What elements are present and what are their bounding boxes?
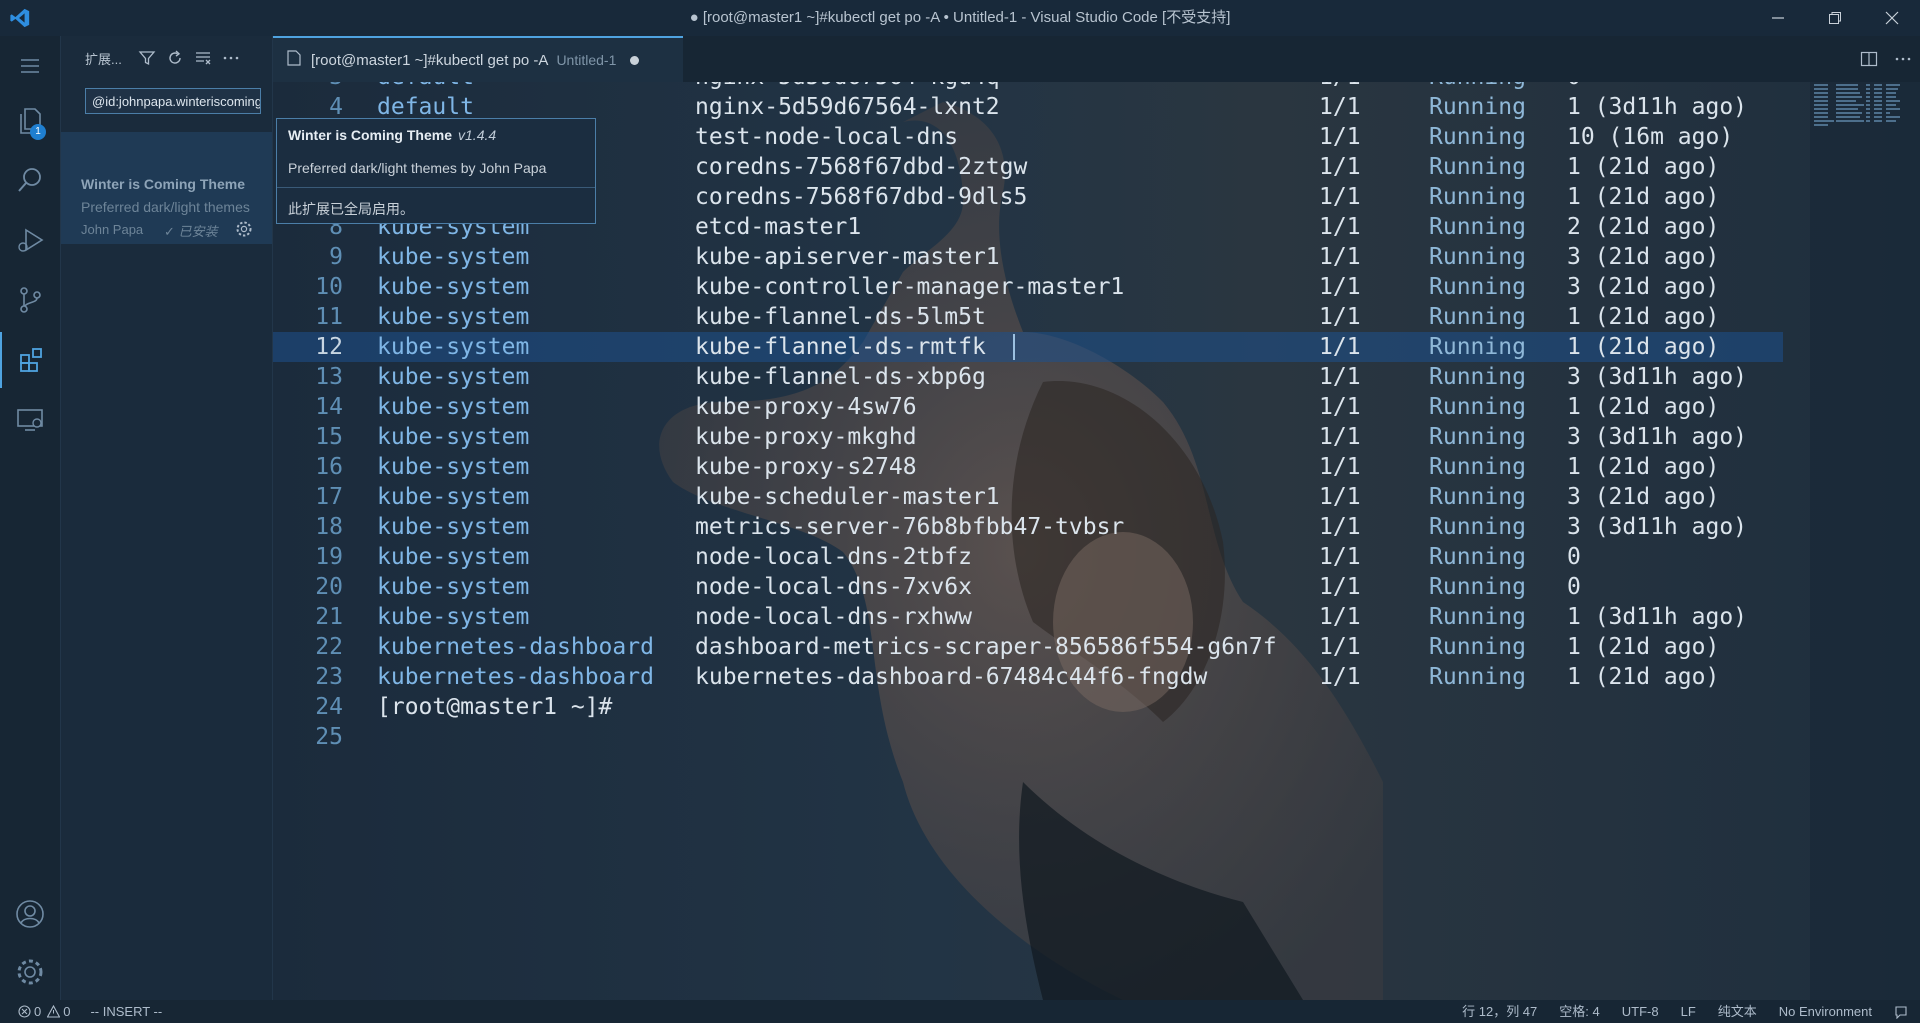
code-line: 11 kube-system kube-flannel-ds-5lm5t 1/1 Run… (315, 304, 1720, 330)
hover-status: 此扩展已全局启用。 (288, 201, 414, 217)
code-line: 22 kubernetes-dashboard dashboard-metrics-… (315, 634, 1720, 660)
text-cursor (1013, 334, 1015, 360)
code-line: 14 kube-system kube-proxy-4sw76 1/1 Running 1… (315, 394, 1720, 420)
sidebar-title: 扩展... (85, 51, 122, 67)
end-of-line[interactable]: LF (1681, 1000, 1696, 1023)
filter-icon[interactable] (136, 47, 158, 69)
hover-description: Preferred dark/light themes by John Papa (288, 160, 547, 176)
explorer-icon[interactable]: 1 (0, 92, 60, 148)
code-line: 15 kube-system kube-proxy-mkghd 1/1 Running 3… (315, 424, 1748, 450)
current-code-line: 12 kube-system kube-flannel-ds-rmtfk 1/1 Run… (273, 332, 1783, 362)
close-icon[interactable] (1863, 0, 1920, 36)
extensions-icon[interactable] (0, 332, 62, 388)
status-bar: 0 0 -- INSERT -- 行 12，列 47 空格: 4 UTF-8 L… (0, 1000, 1920, 1023)
encoding[interactable]: UTF-8 (1622, 1000, 1659, 1023)
extension-hover-tooltip: Winter is Coming Theme v1.4.4 Preferred d… (276, 118, 596, 224)
installed-label: ✓ 已安装 (164, 224, 218, 239)
tab-sublabel: Untitled-1 (556, 52, 617, 68)
code-line: 20 kube-system node-local-dns-7xv6x 1/1 Runn… (315, 574, 1581, 600)
vim-mode: -- INSERT -- (90, 1004, 163, 1019)
minimize-icon[interactable] (1749, 0, 1806, 36)
cursor-position[interactable]: 行 12，列 47 (1462, 1000, 1537, 1023)
manage-gear-icon[interactable] (235, 220, 253, 243)
extension-publisher: John Papa (81, 222, 144, 237)
code-line: 19 kube-system node-local-dns-2tbfz 1/1 Runn… (315, 544, 1581, 570)
code-line: 3defaultnginx-5d59d67564-kgd4q1/1Running… (273, 82, 1783, 92)
tab-untitled-1[interactable]: [root@master1 ~]#kubectl get po -A Untit… (273, 36, 683, 82)
title-bar: ● [root@master1 ~]#kubectl get po -A • U… (0, 0, 1920, 36)
warning-icon (47, 1005, 61, 1018)
error-icon (18, 1005, 31, 1018)
remote-explorer-icon[interactable] (0, 392, 60, 448)
menu-icon[interactable] (0, 38, 60, 94)
source-control-icon[interactable] (0, 272, 60, 328)
code-line: 16 kube-system kube-proxy-s2748 1/1 Running 1… (315, 454, 1720, 480)
minimap[interactable] (1810, 82, 1920, 1000)
clear-extensions-icon[interactable] (192, 47, 214, 69)
hover-version: v1.4.4 (458, 127, 497, 143)
extension-description: Preferred dark/light themes by John Papa (81, 199, 251, 215)
editor-more-actions-icon[interactable] (1886, 42, 1920, 76)
window-title: ● [root@master1 ~]#kubectl get po -A • U… (689, 9, 1231, 26)
more-actions-icon[interactable] (220, 47, 242, 69)
code-line: 9 kube-system kube-apiserver-master1 1/1 Run… (329, 244, 1720, 270)
indentation[interactable]: 空格: 4 (1559, 1000, 1599, 1023)
code-line: 17 kube-system kube-scheduler-master1 1/1 Ru… (315, 484, 1720, 510)
restore-icon[interactable] (1806, 0, 1863, 36)
code-line: 25 (315, 724, 343, 750)
extension-search-input[interactable]: @id:johnpapa.winteriscoming (85, 88, 261, 114)
hover-divider (277, 187, 595, 188)
unsaved-dot-icon[interactable] (630, 55, 640, 65)
code-line: 10 kube-system kube-controller-manager-mas… (315, 274, 1720, 300)
code-line: 21 kube-system node-local-dns-rxhww 1/1 Runn… (315, 604, 1748, 630)
run-debug-icon[interactable] (0, 212, 60, 268)
hover-title-row: Winter is Coming Theme v1.4.4 (288, 127, 496, 143)
activity-bar: 1 (0, 36, 61, 1000)
settings-gear-icon[interactable] (0, 944, 60, 1000)
search-icon[interactable] (0, 152, 60, 208)
accounts-icon[interactable] (0, 886, 60, 942)
code-line: 13 kube-system kube-flannel-ds-xbp6g 1/1 Run… (315, 364, 1748, 390)
code-line: 23 kubernetes-dashboard kubernetes-dashboa… (315, 664, 1720, 690)
python-environment[interactable]: No Environment (1779, 1000, 1872, 1023)
vscode-logo-icon[interactable] (0, 0, 40, 36)
tab-label: [root@master1 ~]#kubectl get po -A (311, 51, 549, 69)
error-count: 0 (34, 1004, 42, 1019)
extension-list-item[interactable]: Winter is Coming Theme Preferred dark/li… (61, 132, 272, 244)
file-icon (287, 49, 301, 71)
problems-indicator[interactable]: 0 0 (18, 1000, 70, 1023)
refresh-icon[interactable] (164, 47, 186, 69)
extensions-sidebar: 扩展... @id:johnpapa.winteriscoming Winter… (61, 36, 273, 1000)
split-editor-icon[interactable] (1852, 42, 1886, 76)
explorer-badge: 1 (30, 124, 46, 140)
warning-count: 0 (63, 1004, 71, 1019)
notifications-icon[interactable] (1894, 1000, 1908, 1023)
extension-name: Winter is Coming Theme (81, 176, 246, 192)
code-line: 18 kube-system metrics-server-76b8bfbb47-t… (315, 514, 1748, 540)
language-mode[interactable]: 纯文本 (1718, 1000, 1757, 1023)
code-line: 24 [root@master1 ~]# (315, 694, 613, 720)
hover-title: Winter is Coming Theme (288, 127, 453, 143)
editor-tab-bar: [root@master1 ~]#kubectl get po -A Untit… (273, 36, 1920, 82)
